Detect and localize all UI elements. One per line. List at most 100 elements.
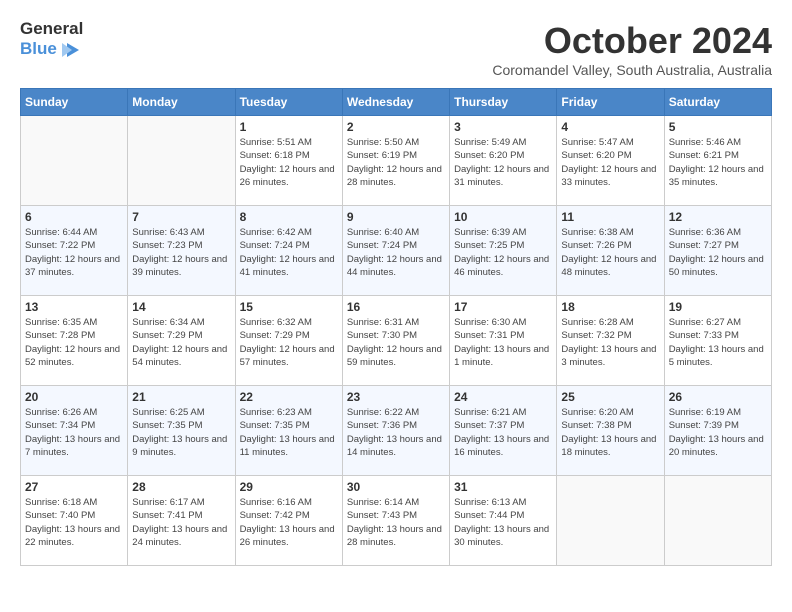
weekday-header: Tuesday (235, 89, 342, 116)
calendar-cell: 29Sunrise: 6:16 AMSunset: 7:42 PMDayligh… (235, 476, 342, 566)
calendar-cell: 19 Sunrise: 6:27 AMSunset: 7:33 PMDayligh… (664, 296, 771, 386)
day-info: Sunrise: 5:50 AMSunset: 6:19 PMDaylight:… (347, 136, 445, 189)
calendar-week-row: 1Sunrise: 5:51 AMSunset: 6:18 PMDaylight… (21, 116, 772, 206)
calendar-cell: 20Sunrise: 6:26 AMSunset: 7:34 PMDayligh… (21, 386, 128, 476)
calendar-cell: 2 Sunrise: 5:50 AMSunset: 6:19 PMDaylight… (342, 116, 449, 206)
month-title: October 2024 (492, 20, 772, 62)
calendar-cell: 12 Sunrise: 6:36 AMSunset: 7:27 PMDayligh… (664, 206, 771, 296)
day-info: Sunrise: 6:28 AMSunset: 7:32 PMDaylight:… (561, 316, 659, 369)
calendar-cell: 17Sunrise: 6:30 AMSunset: 7:31 PMDayligh… (450, 296, 557, 386)
day-info: Sunrise: 5:46 AMSunset: 6:21 PMDaylight:… (669, 136, 767, 189)
day-info: Sunrise: 6:23 AMSunset: 7:35 PMDaylight:… (240, 406, 338, 459)
calendar-cell (557, 476, 664, 566)
day-info: Sunrise: 6:32 AMSunset: 7:29 PMDaylight:… (240, 316, 338, 369)
day-info: Sunrise: 6:25 AMSunset: 7:35 PMDaylight:… (132, 406, 230, 459)
day-info: Sunrise: 5:47 AMSunset: 6:20 PMDaylight:… (561, 136, 659, 189)
day-number: 27 (25, 480, 123, 494)
day-number: 15 (240, 300, 338, 314)
day-number: 19 (669, 300, 767, 314)
calendar-cell: 5 Sunrise: 5:46 AMSunset: 6:21 PMDaylight… (664, 116, 771, 206)
day-number: 10 (454, 210, 552, 224)
day-number: 7 (132, 210, 230, 224)
day-number: 28 (132, 480, 230, 494)
day-info: Sunrise: 6:38 AMSunset: 7:26 PMDaylight:… (561, 226, 659, 279)
calendar-cell: 14Sunrise: 6:34 AMSunset: 7:29 PMDayligh… (128, 296, 235, 386)
day-number: 18 (561, 300, 659, 314)
day-number: 31 (454, 480, 552, 494)
day-info: Sunrise: 6:40 AMSunset: 7:24 PMDaylight:… (347, 226, 445, 279)
day-number: 2 (347, 120, 445, 134)
calendar-cell: 11 Sunrise: 6:38 AMSunset: 7:26 PMDayligh… (557, 206, 664, 296)
calendar-cell: 13 Sunrise: 6:35 AMSunset: 7:28 PMDayligh… (21, 296, 128, 386)
weekday-header-row: SundayMondayTuesdayWednesdayThursdayFrid… (21, 89, 772, 116)
weekday-header: Saturday (664, 89, 771, 116)
weekday-header: Wednesday (342, 89, 449, 116)
calendar-week-row: 27Sunrise: 6:18 AMSunset: 7:40 PMDayligh… (21, 476, 772, 566)
day-info: Sunrise: 6:21 AMSunset: 7:37 PMDaylight:… (454, 406, 552, 459)
day-info: Sunrise: 6:39 AMSunset: 7:25 PMDaylight:… (454, 226, 552, 279)
day-info: Sunrise: 6:14 AMSunset: 7:43 PMDaylight:… (347, 496, 445, 549)
calendar-table: SundayMondayTuesdayWednesdayThursdayFrid… (20, 88, 772, 566)
logo-icon (59, 39, 81, 61)
calendar-cell: 15 Sunrise: 6:32 AMSunset: 7:29 PMDayligh… (235, 296, 342, 386)
day-info: Sunrise: 5:51 AMSunset: 6:18 PMDaylight:… (240, 136, 338, 189)
calendar-cell: 10 Sunrise: 6:39 AMSunset: 7:25 PMDayligh… (450, 206, 557, 296)
day-number: 9 (347, 210, 445, 224)
day-number: 5 (669, 120, 767, 134)
calendar-cell: 27Sunrise: 6:18 AMSunset: 7:40 PMDayligh… (21, 476, 128, 566)
weekday-header: Friday (557, 89, 664, 116)
day-number: 3 (454, 120, 552, 134)
day-info: Sunrise: 6:19 AMSunset: 7:39 PMDaylight:… (669, 406, 767, 459)
calendar-cell: 3 Sunrise: 5:49 AMSunset: 6:20 PMDaylight… (450, 116, 557, 206)
day-number: 30 (347, 480, 445, 494)
calendar-cell: 23 Sunrise: 6:22 AMSunset: 7:36 PMDayligh… (342, 386, 449, 476)
day-number: 4 (561, 120, 659, 134)
weekday-header: Sunday (21, 89, 128, 116)
day-info: Sunrise: 6:43 AMSunset: 7:23 PMDaylight:… (132, 226, 230, 279)
day-number: 17 (454, 300, 552, 314)
calendar-week-row: 6Sunrise: 6:44 AMSunset: 7:22 PMDaylight… (21, 206, 772, 296)
day-info: Sunrise: 6:44 AMSunset: 7:22 PMDaylight:… (25, 226, 123, 279)
day-number: 14 (132, 300, 230, 314)
day-info: Sunrise: 6:20 AMSunset: 7:38 PMDaylight:… (561, 406, 659, 459)
day-number: 29 (240, 480, 338, 494)
calendar-cell: 8 Sunrise: 6:42 AMSunset: 7:24 PMDaylight… (235, 206, 342, 296)
calendar-cell (128, 116, 235, 206)
day-number: 11 (561, 210, 659, 224)
day-number: 8 (240, 210, 338, 224)
subtitle: Coromandel Valley, South Australia, Aust… (492, 62, 772, 78)
day-info: Sunrise: 6:13 AMSunset: 7:44 PMDaylight:… (454, 496, 552, 549)
calendar-cell: 6Sunrise: 6:44 AMSunset: 7:22 PMDaylight… (21, 206, 128, 296)
weekday-header: Monday (128, 89, 235, 116)
calendar-cell: 31 Sunrise: 6:13 AMSunset: 7:44 PMDayligh… (450, 476, 557, 566)
day-info: Sunrise: 6:27 AMSunset: 7:33 PMDaylight:… (669, 316, 767, 369)
day-number: 23 (347, 390, 445, 404)
calendar-cell: 16Sunrise: 6:31 AMSunset: 7:30 PMDayligh… (342, 296, 449, 386)
calendar-cell: 21Sunrise: 6:25 AMSunset: 7:35 PMDayligh… (128, 386, 235, 476)
calendar-cell (21, 116, 128, 206)
day-number: 25 (561, 390, 659, 404)
day-number: 16 (347, 300, 445, 314)
logo: General Blue (20, 20, 83, 61)
day-info: Sunrise: 6:17 AMSunset: 7:41 PMDaylight:… (132, 496, 230, 549)
calendar-cell: 24Sunrise: 6:21 AMSunset: 7:37 PMDayligh… (450, 386, 557, 476)
calendar-week-row: 20Sunrise: 6:26 AMSunset: 7:34 PMDayligh… (21, 386, 772, 476)
calendar-cell: 22Sunrise: 6:23 AMSunset: 7:35 PMDayligh… (235, 386, 342, 476)
day-number: 13 (25, 300, 123, 314)
page-header: General Blue October 2024 Coromandel Val… (20, 20, 772, 78)
calendar-cell: 26Sunrise: 6:19 AMSunset: 7:39 PMDayligh… (664, 386, 771, 476)
calendar-cell: 9 Sunrise: 6:40 AMSunset: 7:24 PMDaylight… (342, 206, 449, 296)
day-number: 12 (669, 210, 767, 224)
calendar-cell: 7 Sunrise: 6:43 AMSunset: 7:23 PMDaylight… (128, 206, 235, 296)
calendar-cell: 28 Sunrise: 6:17 AMSunset: 7:41 PMDayligh… (128, 476, 235, 566)
day-info: Sunrise: 5:49 AMSunset: 6:20 PMDaylight:… (454, 136, 552, 189)
calendar-cell: 30 Sunrise: 6:14 AMSunset: 7:43 PMDayligh… (342, 476, 449, 566)
day-info: Sunrise: 6:42 AMSunset: 7:24 PMDaylight:… (240, 226, 338, 279)
day-info: Sunrise: 6:35 AMSunset: 7:28 PMDaylight:… (25, 316, 123, 369)
calendar-cell: 1Sunrise: 5:51 AMSunset: 6:18 PMDaylight… (235, 116, 342, 206)
day-info: Sunrise: 6:26 AMSunset: 7:34 PMDaylight:… (25, 406, 123, 459)
calendar-week-row: 13 Sunrise: 6:35 AMSunset: 7:28 PMDayligh… (21, 296, 772, 386)
logo-blue: Blue (20, 40, 57, 59)
day-info: Sunrise: 6:36 AMSunset: 7:27 PMDaylight:… (669, 226, 767, 279)
day-info: Sunrise: 6:22 AMSunset: 7:36 PMDaylight:… (347, 406, 445, 459)
